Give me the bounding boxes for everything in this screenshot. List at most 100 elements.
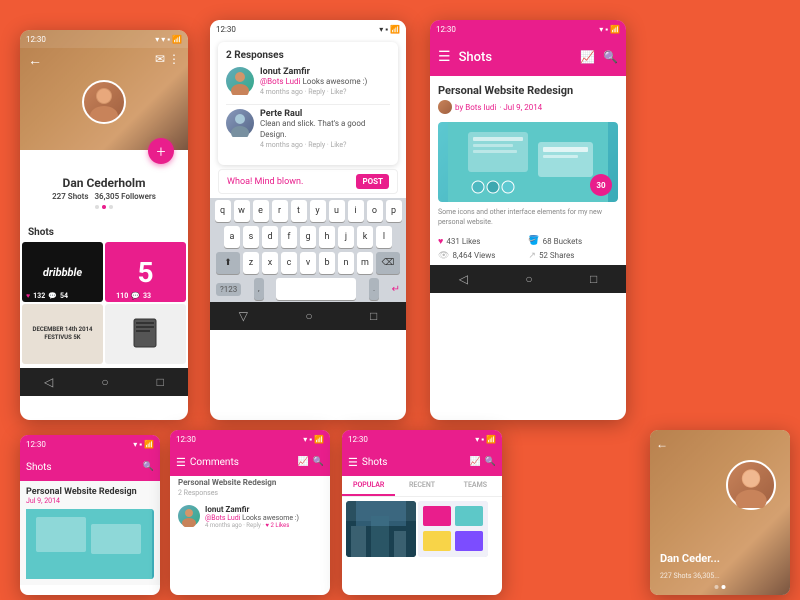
dot-1: [95, 205, 99, 209]
nav-home-icon-3[interactable]: ○: [525, 272, 532, 286]
phone-partial-shot: 12:30 ▾ ▪ 📶 Shots 🔍 Personal Website Red…: [20, 435, 160, 595]
menu-icon-3[interactable]: ☰: [438, 49, 451, 65]
chart-icon-5[interactable]: 📈: [298, 457, 309, 467]
tab-recent[interactable]: RECENT: [395, 476, 448, 496]
app-title-3: Shots: [459, 50, 573, 65]
key-x[interactable]: x: [262, 252, 278, 274]
shot-author-avatar: [438, 100, 452, 114]
key-a[interactable]: a: [224, 226, 240, 248]
status-icons-3: ▾ ▪ 📶: [599, 25, 620, 34]
app-bar-4: Shots 🔍: [20, 453, 160, 481]
kb-row-3: ⬆ z x c v b n m ⌫: [210, 250, 406, 276]
status-time-4: 12:30: [26, 440, 46, 449]
app-bar-overlay-7: ←: [650, 430, 790, 458]
shot-by: by Bots ludi · Jul 9, 2014: [438, 100, 618, 114]
status-bar-1: 12:30 ▾ ▾ ▪ 📶: [20, 30, 188, 48]
phone-profile-partial: ← Dan Ceder... 227 Shots 36,305...: [650, 430, 790, 595]
key-v[interactable]: v: [300, 252, 316, 274]
search-icon-6[interactable]: 🔍: [485, 457, 496, 467]
comment-meta-5: 4 months ago · Reply · ♥ 2 Likes: [205, 522, 322, 529]
search-icon-4[interactable]: 🔍: [143, 462, 154, 472]
key-n[interactable]: n: [338, 252, 354, 274]
shot-pink5[interactable]: 5 ♥ 110 💬 33: [105, 242, 186, 302]
key-w[interactable]: w: [234, 200, 250, 222]
key-g[interactable]: g: [300, 226, 316, 248]
nav-back-icon[interactable]: ◁: [44, 375, 53, 389]
nav-home-icon-2[interactable]: ○: [305, 309, 312, 323]
status-icons-5: ▾ ▪ 📶: [303, 435, 324, 444]
tab-popular[interactable]: POPULAR: [342, 476, 395, 496]
key-r[interactable]: r: [272, 200, 288, 222]
commenter-avatar-2: [226, 109, 254, 137]
key-e[interactable]: e: [253, 200, 269, 222]
key-j[interactable]: j: [338, 226, 354, 248]
key-d[interactable]: d: [262, 226, 278, 248]
app-bar-icons-3: 📈 🔍: [580, 50, 618, 64]
key-s[interactable]: s: [243, 226, 259, 248]
back-arrow-icon[interactable]: ←: [28, 52, 42, 69]
header-actions[interactable]: ✉ ⋮: [155, 52, 180, 66]
key-backspace[interactable]: ⌫: [376, 252, 400, 274]
reply-text: Whoa! Mind blown.: [227, 177, 356, 187]
chart-icon-6[interactable]: 📈: [470, 457, 481, 467]
nav-recent-icon-3[interactable]: □: [590, 272, 597, 286]
navigation-bar-2: ▽ ○ □: [210, 302, 406, 330]
heart-icon: ♥: [438, 236, 443, 247]
menu-icon-6[interactable]: ☰: [348, 456, 358, 469]
search-icon-3[interactable]: 🔍: [603, 50, 618, 64]
key-o[interactable]: o: [367, 200, 383, 222]
shot-ui[interactable]: [418, 501, 488, 557]
key-m[interactable]: m: [357, 252, 373, 274]
key-h[interactable]: h: [319, 226, 335, 248]
key-p[interactable]: p: [386, 200, 402, 222]
nav-recent-icon-2[interactable]: □: [370, 309, 377, 323]
key-l[interactable]: l: [376, 226, 392, 248]
menu-icon-5[interactable]: ☰: [176, 456, 186, 469]
festive-text: DECEMBER 14th 2014FESTIVUS 5K: [33, 326, 93, 342]
nav-back-icon-3[interactable]: ◁: [459, 272, 468, 286]
key-f[interactable]: f: [281, 226, 297, 248]
commenter-tag-1: @Bots Ludi Looks awesome :): [260, 77, 390, 87]
app-bar-5: ☰ Comments 📈 🔍: [170, 448, 330, 476]
key-c[interactable]: c: [281, 252, 297, 274]
key-t[interactable]: t: [291, 200, 307, 222]
shares-value: 52 Shares: [539, 251, 575, 260]
search-icon-5[interactable]: 🔍: [313, 457, 324, 467]
shot-festive[interactable]: DECEMBER 14th 2014FESTIVUS 5K: [22, 304, 103, 364]
key-q[interactable]: q: [215, 200, 231, 222]
profile-name-7: Dan Ceder...: [660, 552, 720, 565]
post-button[interactable]: POST: [356, 174, 389, 189]
key-b[interactable]: b: [319, 252, 335, 274]
keyboard: q w e r t y u i o p a s d f g h j k l ⬆ …: [210, 198, 406, 302]
shot-content-4: Personal Website Redesign Jul 9, 2014: [20, 481, 160, 585]
nav-home-icon[interactable]: ○: [101, 375, 108, 389]
commenter-name-5: Ionut Zamfir: [205, 505, 322, 514]
shot-notebook[interactable]: [105, 304, 186, 364]
reply-bar[interactable]: Whoa! Mind blown. POST: [218, 169, 398, 194]
key-z[interactable]: z: [243, 252, 259, 274]
back-arrow-7[interactable]: ←: [656, 437, 668, 451]
key-y[interactable]: y: [310, 200, 326, 222]
nav-back-icon-2[interactable]: ▽: [239, 309, 248, 323]
key-period[interactable]: .: [369, 278, 379, 300]
nav-recent-icon[interactable]: □: [157, 375, 164, 389]
tab-teams[interactable]: TEAMS: [449, 476, 502, 496]
kb-num-key[interactable]: ?123: [216, 283, 241, 296]
key-k[interactable]: k: [357, 226, 373, 248]
navigation-bar: ◁ ○ □: [20, 368, 188, 396]
key-enter[interactable]: ↵: [392, 284, 400, 295]
shot-date-4: Jul 9, 2014: [26, 497, 154, 505]
key-space[interactable]: [276, 278, 356, 300]
status-icons-6: ▾ ▪ 📶: [475, 435, 496, 444]
comment-card: 2 Responses Ionut Zamfir @Bots Ludi Look…: [218, 42, 398, 165]
comment-meta-2: 4 months ago · Reply · Like?: [260, 141, 390, 149]
chart-icon[interactable]: 📈: [580, 50, 595, 64]
fab-button[interactable]: +: [148, 138, 174, 164]
shot-city[interactable]: [346, 501, 416, 557]
key-comma[interactable]: ,: [254, 278, 264, 300]
key-u[interactable]: u: [329, 200, 345, 222]
key-shift[interactable]: ⬆: [216, 252, 240, 274]
shot-dribbble[interactable]: dribbble ♥ 132 💬 54: [22, 242, 103, 302]
key-i[interactable]: i: [348, 200, 364, 222]
status-time-2: 12:30: [216, 25, 236, 34]
